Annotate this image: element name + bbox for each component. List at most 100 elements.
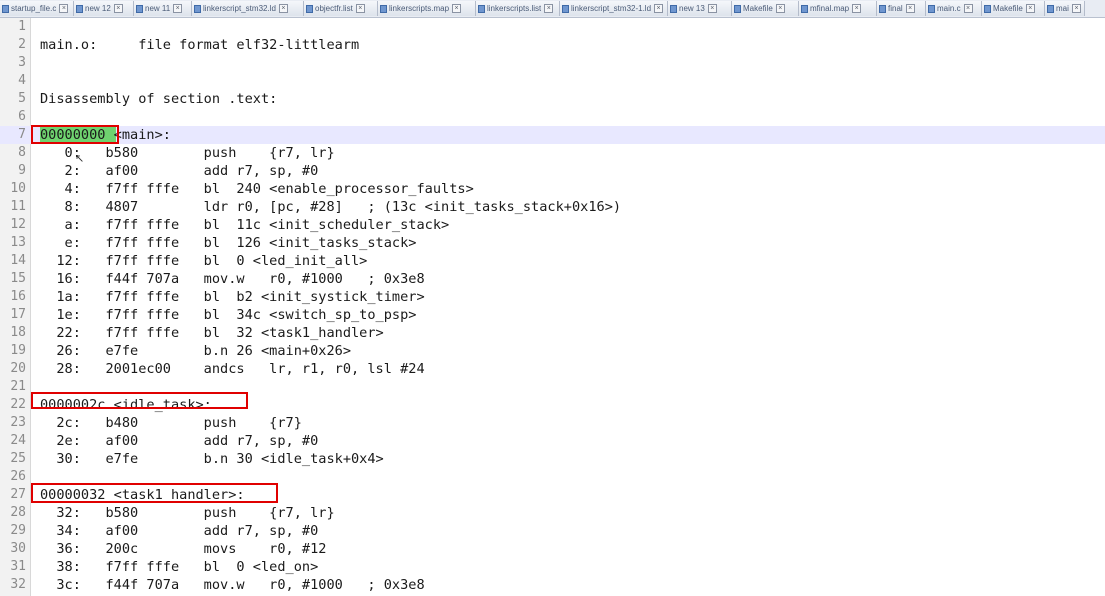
code-text: 00000032 <task1_handler>: <box>40 487 245 503</box>
code-text: e: f7ff fffe bl 126 <init_tasks_stack> <box>40 235 417 251</box>
code-line[interactable]: 18 22: f7ff fffe bl 32 <task1_handler> <box>0 324 1105 342</box>
code-line[interactable]: 11 8: 4807 ldr r0, [pc, #28] ; (13c <ini… <box>0 198 1105 216</box>
tab-6[interactable]: linkerscripts.list × <box>476 1 560 16</box>
code-line[interactable]: 27 00000032 <task1_handler>: <box>0 486 1105 504</box>
code-line[interactable]: 24 2e: af00 add r7, sp, #0 <box>0 432 1105 450</box>
line-number: 19 <box>10 343 26 358</box>
code-line[interactable]: 22 0000002c <idle_task>: <box>0 396 1105 414</box>
tab-label: new 13 <box>679 4 705 13</box>
tab-10[interactable]: mfinal.map × <box>799 1 877 16</box>
code-text: 1a: f7ff fffe bl b2 <init_systick_timer> <box>40 289 425 305</box>
close-icon[interactable]: × <box>654 4 664 13</box>
file-icon <box>194 4 201 13</box>
code-line[interactable]: 29 34: af00 add r7, sp, #0 <box>0 522 1105 540</box>
code-line[interactable]: 10 4: f7ff fffe bl 240 <enable_processor… <box>0 180 1105 198</box>
code-text: 16: f44f 707a mov.w r0, #1000 ; 0x3e8 <box>40 271 425 287</box>
tab-12[interactable]: main.c × <box>926 1 982 16</box>
close-icon[interactable]: × <box>775 4 785 13</box>
line-number: 3 <box>18 55 26 70</box>
tab-13[interactable]: Makefile × <box>982 1 1045 16</box>
tab-label: objectfr.list <box>315 4 353 13</box>
code-line[interactable]: 23 2c: b480 push {r7} <box>0 414 1105 432</box>
close-icon[interactable]: × <box>278 4 288 13</box>
tab-7[interactable]: linkerscript_stm32-1.ld × <box>560 1 668 16</box>
code-line[interactable]: 28 32: b580 push {r7, lr} <box>0 504 1105 522</box>
tab-2[interactable]: new 11 × <box>134 1 192 16</box>
code-text: 0000002c <idle_task>: <box>40 397 212 413</box>
code-text: 38: f7ff fffe bl 0 <led_on> <box>40 559 319 575</box>
code-line[interactable]: 1 <box>0 18 1105 36</box>
line-number: 1 <box>18 19 26 34</box>
code-line[interactable]: 5 Disassembly of section .text: <box>0 90 1105 108</box>
line-number: 26 <box>10 469 26 484</box>
line-number: 21 <box>10 379 26 394</box>
code-line[interactable]: 21 <box>0 378 1105 396</box>
code-line[interactable]: 8 0: b580 push {r7, lr} <box>0 144 1105 162</box>
file-icon <box>801 4 808 13</box>
close-icon[interactable]: × <box>963 4 973 13</box>
code-line[interactable]: 17 1e: f7ff fffe bl 34c <switch_sp_to_ps… <box>0 306 1105 324</box>
tab-8[interactable]: new 13 × <box>668 1 732 16</box>
code-line[interactable]: 32 3c: f44f 707a mov.w r0, #1000 ; 0x3e8 <box>0 576 1105 594</box>
tab-9[interactable]: Makefile × <box>732 1 799 16</box>
tab-4[interactable]: objectfr.list × <box>304 1 378 16</box>
tab-11[interactable]: final × <box>877 1 926 16</box>
line-number: 11 <box>10 199 26 214</box>
line-number: 17 <box>10 307 26 322</box>
tab-label: mfinal.map <box>810 4 850 13</box>
tab-3[interactable]: linkerscript_stm32.ld × <box>192 1 304 16</box>
code-text: 36: 200c movs r0, #12 <box>40 541 327 557</box>
code-text: 30: e7fe b.n 30 <idle_task+0x4> <box>40 451 384 467</box>
close-icon[interactable]: × <box>852 4 862 13</box>
line-number: 23 <box>10 415 26 430</box>
line-number: 25 <box>10 451 26 466</box>
tab-14[interactable]: main× <box>1045 1 1085 16</box>
code-line[interactable]: 9 2: af00 add r7, sp, #0 <box>0 162 1105 180</box>
code-text: 1e: f7ff fffe bl 34c <switch_sp_to_psp> <box>40 307 417 323</box>
tab-bar: startup_file.c × new 12 × new 11 × linkerscrip… <box>0 0 1105 18</box>
code-text: 2e: af00 add r7, sp, #0 <box>40 433 319 449</box>
tab-5[interactable]: linkerscripts.map × <box>378 1 476 16</box>
close-icon[interactable]: × <box>173 4 183 13</box>
tab-label: main <box>1056 4 1069 13</box>
close-icon[interactable]: × <box>707 4 717 13</box>
code-line[interactable]: 2 main.o: file format elf32-littlearm <box>0 36 1105 54</box>
close-icon[interactable]: × <box>59 4 69 13</box>
line-number: 31 <box>10 559 26 574</box>
tab-label: new 11 <box>145 4 171 13</box>
code-line[interactable]: 30 36: 200c movs r0, #12 <box>0 540 1105 558</box>
code-line[interactable]: 13 e: f7ff fffe bl 126 <init_tasks_stack… <box>0 234 1105 252</box>
code-line[interactable]: 26 <box>0 468 1105 486</box>
code-text: 34: af00 add r7, sp, #0 <box>40 523 319 539</box>
tab-1[interactable]: new 12 × <box>74 1 134 16</box>
close-icon[interactable]: × <box>113 4 123 13</box>
code-text: main.o: file format elf32-littlearm <box>40 37 360 53</box>
close-icon[interactable]: × <box>905 4 915 13</box>
code-line[interactable]: 20 28: 2001ec00 andcs lr, r1, r0, lsl #2… <box>0 360 1105 378</box>
line-number: 30 <box>10 541 26 556</box>
file-icon <box>928 4 935 13</box>
code-line[interactable]: 14 12: f7ff fffe bl 0 <led_init_all> <box>0 252 1105 270</box>
code-line[interactable]: 16 1a: f7ff fffe bl b2 <init_systick_tim… <box>0 288 1105 306</box>
code-text: 3c: f44f 707a mov.w r0, #1000 ; 0x3e8 <box>40 577 425 593</box>
tab-0[interactable]: startup_file.c × <box>0 1 74 16</box>
code-line[interactable]: 12 a: f7ff fffe bl 11c <init_scheduler_s… <box>0 216 1105 234</box>
code-line[interactable]: 3 <box>0 54 1105 72</box>
close-icon[interactable]: × <box>1025 4 1035 13</box>
line-number: 7 <box>18 127 26 142</box>
editor-pane[interactable]: 1 2 main.o: file format elf32-littlearm 3 4 5… <box>0 18 1105 596</box>
line-number: 29 <box>10 523 26 538</box>
code-line[interactable]: 7 00000000 <main>: <box>0 126 1105 144</box>
code-line[interactable]: 19 26: e7fe b.n 26 <main+0x26> <box>0 342 1105 360</box>
code-text: 32: b580 push {r7, lr} <box>40 505 335 521</box>
code-line[interactable]: 6 <box>0 108 1105 126</box>
close-icon[interactable]: × <box>355 4 365 13</box>
close-icon[interactable]: × <box>1072 4 1081 13</box>
close-icon[interactable]: × <box>452 4 462 13</box>
code-line[interactable]: 15 16: f44f 707a mov.w r0, #1000 ; 0x3e8 <box>0 270 1105 288</box>
code-line[interactable]: 4 <box>0 72 1105 90</box>
code-line[interactable]: 25 30: e7fe b.n 30 <idle_task+0x4> <box>0 450 1105 468</box>
tab-label: final <box>888 4 903 13</box>
close-icon[interactable]: × <box>544 4 554 13</box>
code-line[interactable]: 31 38: f7ff fffe bl 0 <led_on> <box>0 558 1105 576</box>
